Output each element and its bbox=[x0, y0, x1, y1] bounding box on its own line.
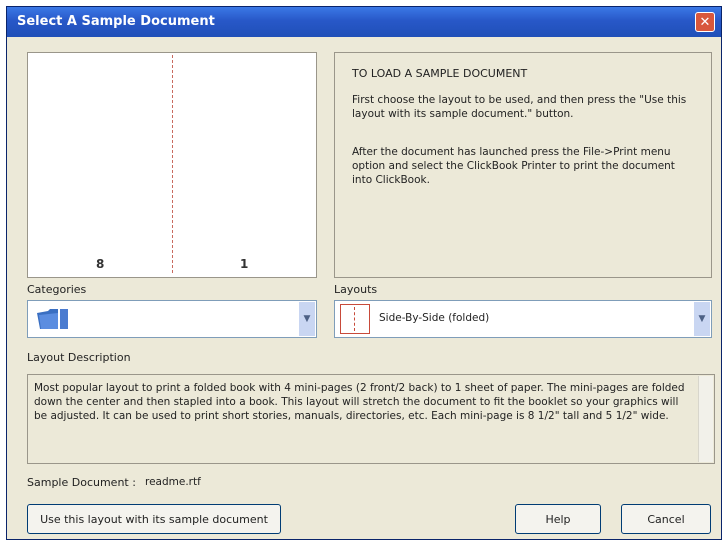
sample-document-dialog: Select A Sample Document ✕ 8 1 TO LOAD A… bbox=[6, 6, 722, 540]
description-scrollbar[interactable] bbox=[698, 376, 713, 462]
cancel-button[interactable]: Cancel bbox=[621, 504, 711, 534]
instructions-paragraph-2: After the document has launched press th… bbox=[352, 146, 675, 186]
use-layout-button[interactable]: Use this layout with its sample document bbox=[27, 504, 281, 534]
layout-preview: 8 1 bbox=[27, 52, 317, 278]
fold-line bbox=[172, 55, 173, 273]
window-title: Select A Sample Document bbox=[17, 14, 215, 29]
layouts-dropdown-arrow[interactable]: ▼ bbox=[694, 302, 710, 336]
layout-description-label: Layout Description bbox=[27, 351, 131, 364]
instructions-panel: TO LOAD A SAMPLE DOCUMENT First choose t… bbox=[334, 52, 712, 278]
categories-dropdown-arrow[interactable]: ▼ bbox=[299, 302, 315, 336]
close-icon: ✕ bbox=[699, 14, 711, 30]
categories-dropdown[interactable]: ▼ bbox=[27, 300, 317, 338]
help-button[interactable]: Help bbox=[515, 504, 601, 534]
layout-thumbnail-icon bbox=[340, 304, 370, 334]
layouts-label: Layouts bbox=[334, 283, 378, 296]
chevron-down-icon: ▼ bbox=[303, 314, 311, 324]
categories-label: Categories bbox=[27, 283, 87, 296]
layout-description-text: Most popular layout to print a folded bo… bbox=[34, 382, 685, 422]
instructions-heading: TO LOAD A SAMPLE DOCUMENT bbox=[352, 67, 528, 80]
layouts-selected-value: Side-By-Side (folded) bbox=[379, 312, 490, 324]
title-bar[interactable]: Select A Sample Document ✕ bbox=[7, 7, 721, 37]
close-button[interactable]: ✕ bbox=[695, 12, 715, 32]
sample-document-label: Sample Document : bbox=[27, 476, 136, 489]
preview-page-number-right: 1 bbox=[240, 257, 249, 271]
sample-document-value: readme.rtf bbox=[145, 476, 201, 488]
layout-description-box[interactable]: Most popular layout to print a folded bo… bbox=[27, 374, 715, 464]
folder-icon bbox=[37, 309, 68, 329]
instructions-paragraph-1: First choose the layout to be used, and … bbox=[352, 94, 687, 120]
layouts-dropdown[interactable]: Side-By-Side (folded) ▼ bbox=[334, 300, 712, 338]
preview-page-number-left: 8 bbox=[96, 257, 105, 271]
chevron-down-icon: ▼ bbox=[698, 314, 706, 324]
